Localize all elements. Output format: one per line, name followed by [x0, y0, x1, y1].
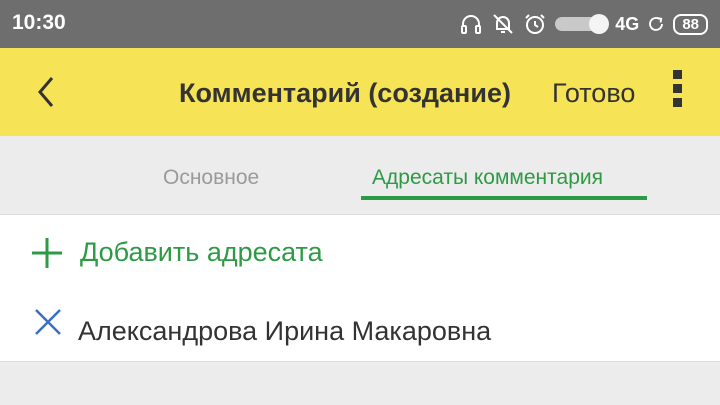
plus-icon	[32, 238, 62, 268]
chevron-left-icon[interactable]	[28, 72, 68, 112]
add-recipient-button[interactable]: Добавить адресата	[0, 215, 720, 289]
battery-icon: 88	[673, 13, 708, 35]
app-bar: Комментарий (создание) Готово	[0, 48, 720, 136]
status-bar: 10:30 4G 88	[0, 0, 720, 48]
toggle-icon	[555, 14, 610, 34]
status-time: 10:30	[12, 11, 66, 34]
sync-icon	[649, 17, 664, 31]
done-button[interactable]: Готово	[552, 78, 635, 109]
tab-bar: Основное Адресаты комментария	[0, 136, 720, 214]
more-vertical-icon[interactable]	[666, 70, 688, 114]
list-item: Александрова Ирина Макаровна	[0, 295, 720, 361]
add-recipient-label: Добавить адресата	[80, 237, 323, 267]
active-tab-indicator	[361, 196, 647, 200]
close-icon[interactable]	[34, 308, 62, 336]
headset-icon	[461, 15, 482, 34]
status-icons: 4G 88	[451, 10, 708, 38]
recipients-panel: Добавить адресата Александрова Ирина Мак…	[0, 214, 720, 362]
notifications-off-icon	[493, 14, 514, 34]
network-label: 4G	[615, 13, 640, 34]
recipient-name: Александрова Ирина Макаровна	[78, 316, 492, 346]
tab-main[interactable]: Основное	[163, 166, 259, 190]
alarm-icon	[525, 14, 546, 34]
tab-recipients[interactable]: Адресаты комментария	[372, 166, 603, 190]
page-title: Комментарий (создание)	[179, 78, 511, 108]
